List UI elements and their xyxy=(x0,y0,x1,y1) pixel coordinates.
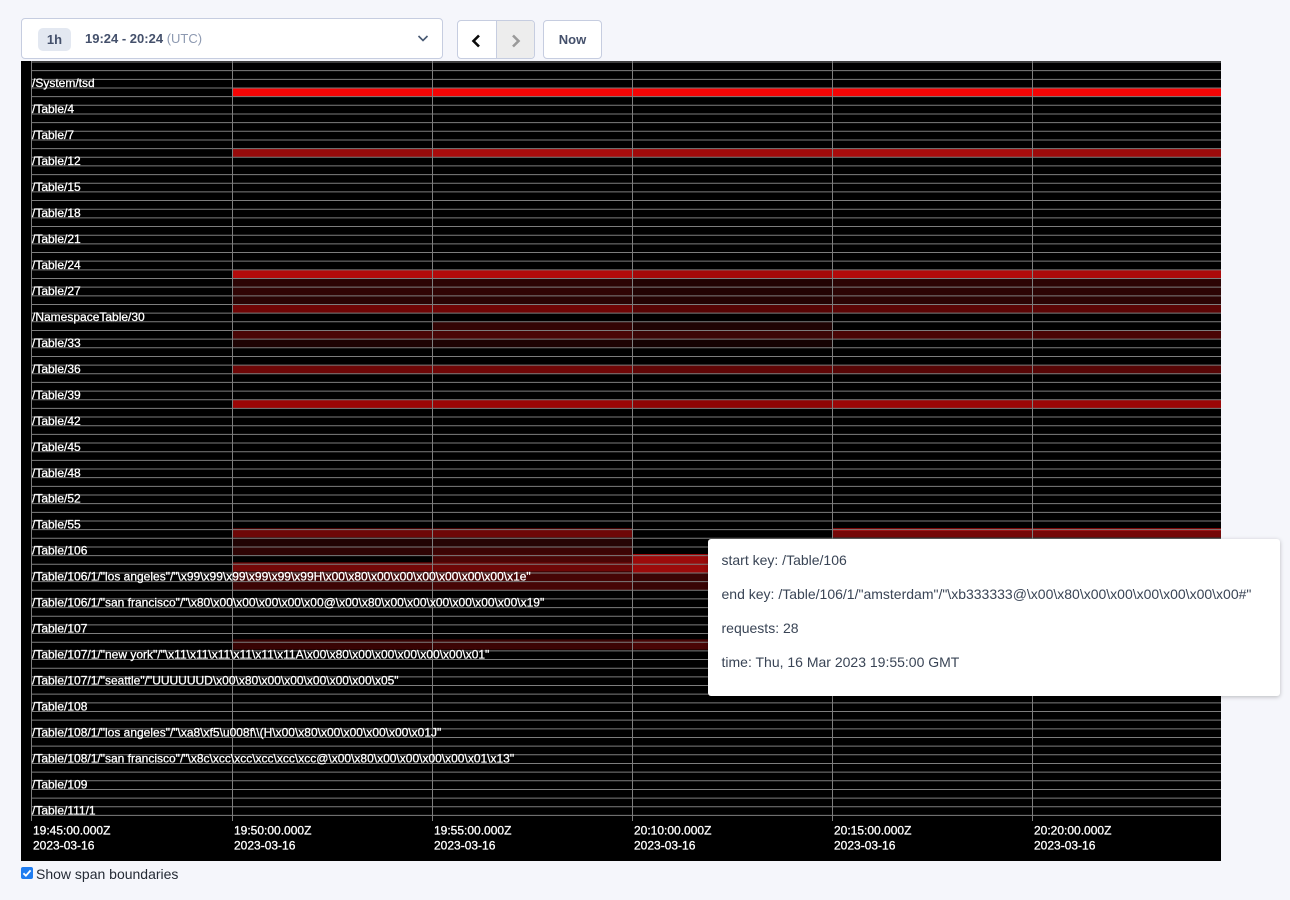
svg-text:/Table/36: /Table/36 xyxy=(32,362,81,376)
svg-text:20:10:00.000Z: 20:10:00.000Z xyxy=(634,824,711,838)
svg-text:/Table/106: /Table/106 xyxy=(32,544,88,558)
svg-text:/Table/27: /Table/27 xyxy=(32,284,81,298)
svg-text:/Table/107/1/"seattle"/"UUUUUU: /Table/107/1/"seattle"/"UUUUUUD\x00\x80\… xyxy=(32,674,399,688)
svg-text:/Table/107/1/"new york"/"\x11\: /Table/107/1/"new york"/"\x11\x11\x11\x1… xyxy=(32,648,489,662)
svg-text:/Table/108: /Table/108 xyxy=(32,700,88,714)
svg-text:2023-03-16: 2023-03-16 xyxy=(834,839,896,853)
svg-text:2023-03-16: 2023-03-16 xyxy=(33,839,95,853)
svg-text:/Table/108/1/"san francisco"/": /Table/108/1/"san francisco"/"\x8c\xcc\x… xyxy=(32,752,514,766)
svg-text:/Table/4: /Table/4 xyxy=(32,102,74,116)
svg-text:/Table/52: /Table/52 xyxy=(32,492,81,506)
svg-text:/Table/111/1: /Table/111/1 xyxy=(32,803,96,817)
svg-text:/Table/108/1/"los angeles"/"\x: /Table/108/1/"los angeles"/"\xa8\xf5\u00… xyxy=(32,726,441,740)
svg-text:/Table/106/1/"los angeles"/"\x: /Table/106/1/"los angeles"/"\x99\x99\x99… xyxy=(32,570,531,584)
svg-text:/Table/24: /Table/24 xyxy=(32,258,81,272)
svg-text:/Table/33: /Table/33 xyxy=(32,336,81,350)
svg-text:/Table/12: /Table/12 xyxy=(32,154,81,168)
svg-text:/Table/15: /Table/15 xyxy=(32,180,81,194)
svg-text:/System/tsd: /System/tsd xyxy=(32,76,95,90)
svg-text:/Table/39: /Table/39 xyxy=(32,388,81,402)
svg-text:/Table/42: /Table/42 xyxy=(32,414,81,428)
svg-text:20:15:00.000Z: 20:15:00.000Z xyxy=(834,824,911,838)
svg-text:/Table/21: /Table/21 xyxy=(32,232,81,246)
svg-text:/Table/45: /Table/45 xyxy=(32,440,81,454)
svg-text:/Table/55: /Table/55 xyxy=(32,518,81,532)
svg-text:/Table/107: /Table/107 xyxy=(32,622,88,636)
svg-text:19:45:00.000Z: 19:45:00.000Z xyxy=(33,824,110,838)
svg-text:/NamespaceTable/30: /NamespaceTable/30 xyxy=(32,310,145,324)
svg-text:/Table/18: /Table/18 xyxy=(32,206,81,220)
svg-text:20:20:00.000Z: 20:20:00.000Z xyxy=(1034,824,1111,838)
svg-text:/Table/106/1/"san francisco"/": /Table/106/1/"san francisco"/"\x80\x00\x… xyxy=(32,596,544,610)
svg-text:/Table/48: /Table/48 xyxy=(32,466,81,480)
svg-text:2023-03-16: 2023-03-16 xyxy=(434,839,496,853)
svg-text:/Table/7: /Table/7 xyxy=(32,128,74,142)
svg-text:2023-03-16: 2023-03-16 xyxy=(1034,839,1096,853)
svg-text:19:50:00.000Z: 19:50:00.000Z xyxy=(234,824,311,838)
svg-text:19:55:00.000Z: 19:55:00.000Z xyxy=(434,824,511,838)
svg-text:2023-03-16: 2023-03-16 xyxy=(234,839,296,853)
svg-text:2023-03-16: 2023-03-16 xyxy=(634,839,696,853)
svg-text:/Table/109: /Table/109 xyxy=(32,778,88,792)
